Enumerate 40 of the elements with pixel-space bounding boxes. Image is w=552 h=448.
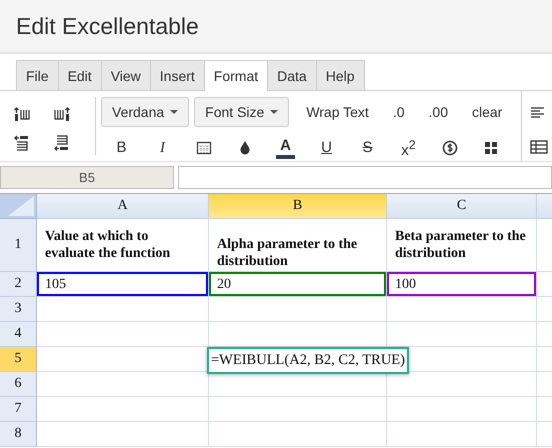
column-header[interactable]: B (209, 194, 387, 219)
table-cell: 20 (209, 272, 387, 297)
bold-button[interactable]: B (114, 138, 128, 158)
table-cell: Alpha parameter to the distribution (209, 219, 387, 272)
cell-editor[interactable]: =WEIBULL(A2, B2, C2, TRUE) (207, 347, 409, 374)
window-title: Edit Excellentable (16, 12, 199, 40)
row-header[interactable]: 2 (0, 272, 37, 297)
formula-field[interactable] (178, 166, 552, 189)
row-header[interactable]: 4 (0, 322, 37, 347)
row-header[interactable]: 8 (0, 422, 37, 447)
superscript-button[interactable]: x$^{2}$ (399, 135, 418, 161)
font-color-button[interactable]: A (276, 137, 295, 159)
menu-tab[interactable]: Edit (58, 60, 102, 90)
toolbar-button[interactable]: .0 (380, 97, 417, 127)
menu-tab[interactable]: Data (268, 60, 317, 90)
table-cell: Value at which to evaluate the function (37, 219, 209, 272)
row-header[interactable]: 7 (0, 397, 37, 422)
column-header[interactable]: A (37, 194, 209, 219)
menu-tab[interactable]: Format (204, 60, 268, 91)
row-header[interactable]: 6 (0, 372, 37, 397)
table-cell: 100 (387, 272, 537, 297)
table-cell: Beta parameter to the distribution (387, 219, 537, 272)
font-family-dropdown[interactable]: Verdana (101, 97, 190, 127)
cell-name-box[interactable]: B5 (0, 166, 174, 189)
underline-button[interactable]: U (319, 138, 334, 158)
column-header[interactable]: C (387, 194, 537, 219)
menu-tab[interactable]: View (102, 60, 151, 90)
row-header[interactable]: 3 (0, 297, 37, 322)
table-cell: 105 (37, 272, 209, 297)
toolbar-button[interactable]: clear (460, 97, 514, 127)
menu-tab[interactable]: Insert (150, 60, 205, 90)
font-size-dropdown[interactable]: Font Size (194, 97, 290, 127)
row-header[interactable]: 5 (0, 347, 37, 372)
menu-tab[interactable]: Help (316, 60, 365, 90)
toolbar-button[interactable]: Wrap Text (294, 97, 381, 127)
strikethrough-button[interactable]: S (360, 138, 374, 158)
row-header[interactable]: 1 (0, 219, 37, 272)
toolbar-button[interactable]: .00 (416, 97, 460, 127)
menu-tab[interactable]: File (16, 60, 59, 90)
italic-button[interactable]: I (158, 138, 167, 158)
